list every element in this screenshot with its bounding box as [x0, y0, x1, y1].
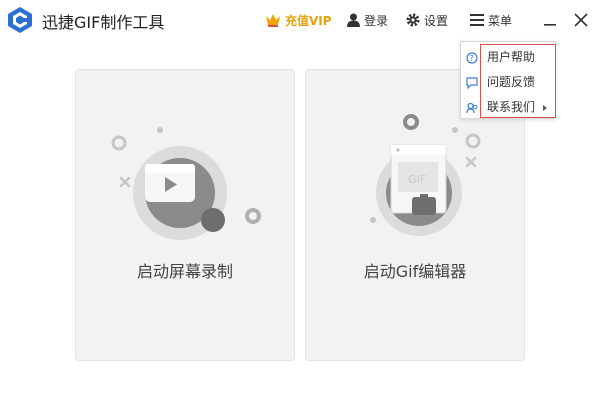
feedback-icon — [466, 77, 478, 89]
gif-editor-label: 启动Gif编辑器 — [363, 262, 467, 281]
contact-icon — [466, 102, 478, 114]
vip-button[interactable]: 充值VIP — [265, 10, 332, 30]
menu-button[interactable]: 菜单 — [470, 10, 512, 30]
menu-item-feedback[interactable]: 问题反馈 — [487, 72, 535, 92]
gear-icon — [406, 13, 420, 27]
menu-label: 菜单 — [488, 13, 513, 28]
menu-item-contact[interactable]: 联系我们 — [487, 97, 535, 117]
vip-label: 充值VIP — [285, 13, 332, 28]
app-logo-icon — [8, 7, 32, 33]
login-button[interactable]: 登录 — [347, 10, 388, 30]
svg-text:GIF: GIF — [408, 173, 426, 186]
submenu-arrow-icon — [543, 105, 547, 111]
settings-button[interactable]: 设置 — [406, 10, 448, 30]
settings-label: 设置 — [424, 13, 449, 28]
login-label: 登录 — [364, 13, 389, 28]
close-button[interactable] — [569, 8, 593, 32]
crown-icon — [266, 14, 280, 27]
svg-text:?: ? — [470, 54, 474, 63]
app-title: 迅捷GIF制作工具 — [42, 13, 165, 32]
minimize-button[interactable] — [538, 8, 562, 32]
screen-record-label: 启动屏幕录制 — [136, 262, 233, 281]
user-icon — [347, 13, 360, 27]
title-bar: 迅捷GIF制作工具 充值VIP 登录 设置 菜单 — [0, 0, 600, 40]
screen-record-illustration — [111, 127, 261, 240]
help-icon: ? — [466, 52, 478, 64]
hamburger-menu-icon — [470, 14, 484, 26]
screen-record-card[interactable]: 启动屏幕录制 — [75, 69, 295, 361]
menu-dropdown: ? 用户帮助 问题反馈 联系我们 — [460, 41, 556, 119]
minimize-icon — [544, 24, 556, 26]
close-icon — [574, 13, 588, 27]
menu-item-help[interactable]: 用户帮助 — [487, 47, 535, 67]
